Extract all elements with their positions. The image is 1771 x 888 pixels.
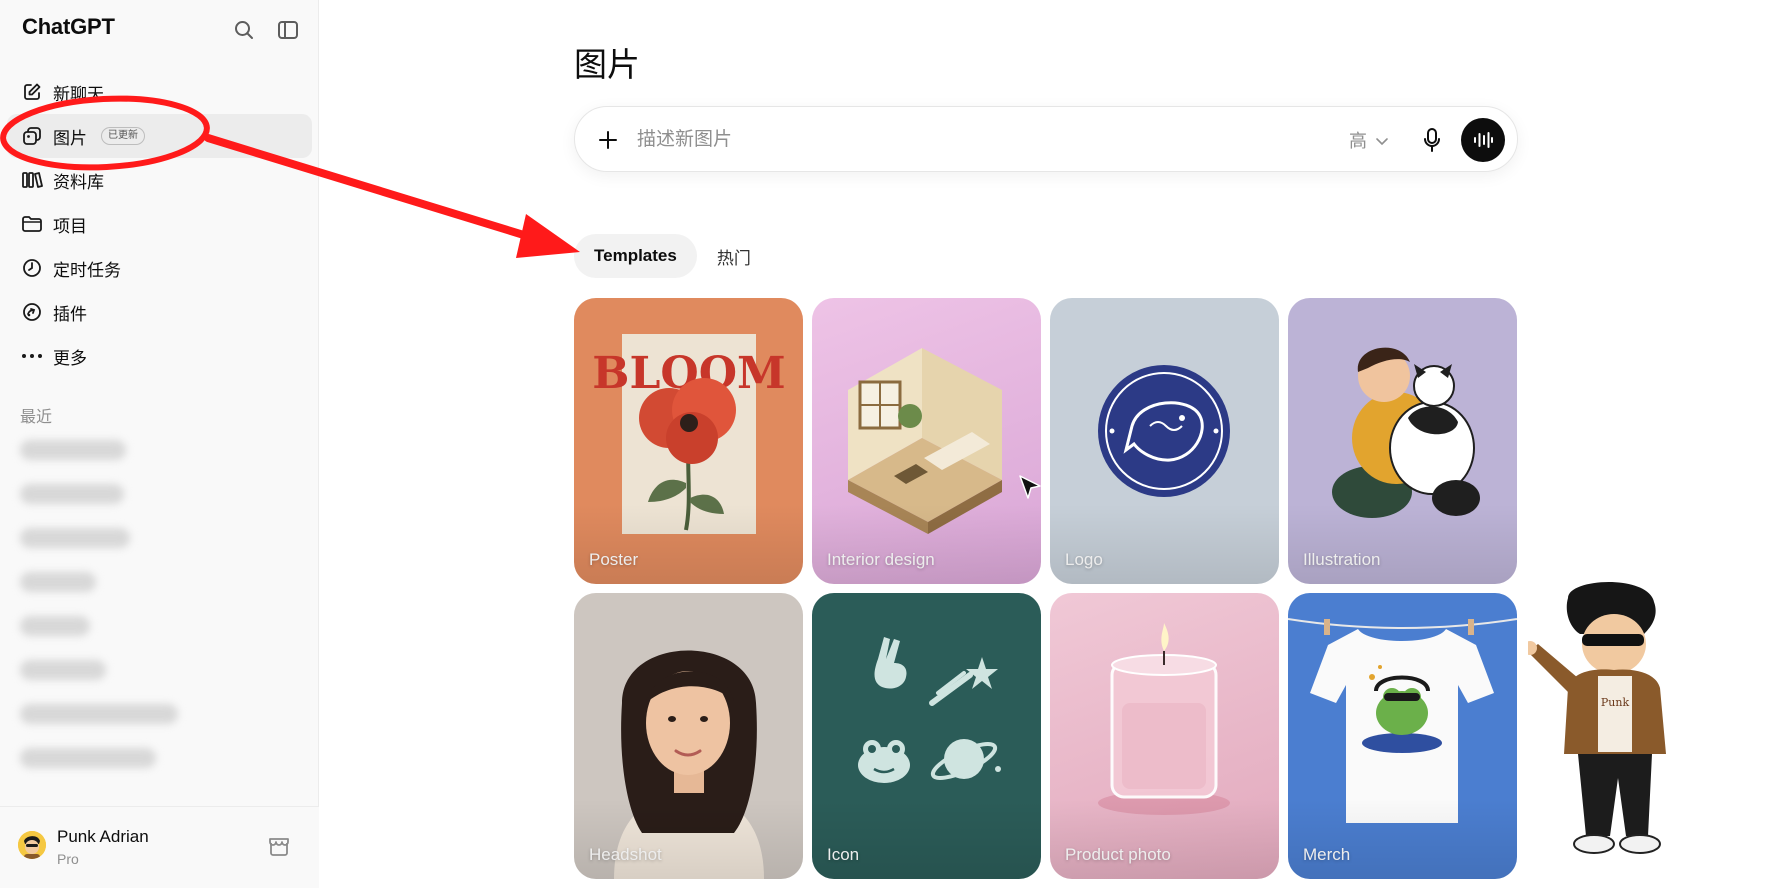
template-card-product-photo[interactable]: Product photo: [1050, 593, 1279, 879]
svg-text:Punk: Punk: [1601, 696, 1630, 709]
mouse-cursor-icon: [1019, 475, 1041, 499]
user-plan: Pro: [57, 851, 79, 867]
sidebar-item-more[interactable]: 更多: [0, 334, 319, 378]
more-icon: [21, 345, 43, 367]
template-card-headshot[interactable]: Headshot: [574, 593, 803, 879]
card-label: Merch: [1303, 845, 1351, 864]
template-tabs: Templates 热门: [574, 234, 763, 278]
sidebar-item-projects[interactable]: 项目: [0, 202, 319, 246]
template-card-logo[interactable]: Logo: [1050, 298, 1279, 584]
folder-icon: [21, 213, 43, 235]
card-label: Interior design: [827, 550, 935, 569]
sidebar: ChatGPT 新聊天 图片 已更新 资料库 项目 定时任务 插件 更多 最近 …: [0, 0, 319, 888]
recent-chat-item[interactable]: [20, 748, 156, 768]
sidebar-item-plugins[interactable]: 插件: [0, 290, 319, 334]
recent-chat-item[interactable]: [20, 528, 130, 548]
sidebar-item-label: 项目: [53, 216, 87, 236]
recent-section-label: 最近: [20, 409, 53, 426]
template-card-icon[interactable]: Icon: [812, 593, 1041, 879]
plus-icon[interactable]: [593, 125, 623, 155]
search-icon[interactable]: [230, 16, 258, 44]
poster-artwork: BLOOM: [592, 334, 786, 534]
sidebar-item-label: 定时任务: [53, 260, 121, 280]
sidebar-item-label: 资料库: [53, 172, 104, 192]
app-title: ChatGPT: [22, 14, 115, 39]
mascot-character: Punk: [1528, 582, 1666, 854]
template-card-merch[interactable]: Merch: [1288, 593, 1517, 879]
updated-badge: 已更新: [101, 127, 145, 145]
page-title: 图片: [574, 46, 640, 83]
recent-chat-list: [20, 440, 178, 792]
prompt-input[interactable]: [637, 125, 1287, 155]
merch-artwork: [1288, 618, 1517, 823]
template-card-poster[interactable]: BLOOM Poster: [574, 298, 803, 584]
images-icon: [21, 125, 43, 147]
tab-trending[interactable]: 热门: [705, 234, 763, 278]
new-chat-icon: [21, 81, 43, 103]
voice-mode-button[interactable]: [1461, 118, 1505, 162]
interior-artwork: [848, 348, 1002, 534]
card-label: Product photo: [1065, 845, 1171, 864]
headshot-artwork: [614, 650, 764, 879]
sidebar-item-label: 插件: [53, 304, 87, 324]
card-label: Icon: [827, 845, 860, 864]
template-card-interior-design[interactable]: Interior design: [812, 298, 1041, 584]
quality-value: 高: [1349, 131, 1367, 151]
quality-select[interactable]: 高: [1349, 127, 1389, 153]
avatar: [18, 831, 46, 859]
user-account[interactable]: Punk Adrian Pro: [0, 806, 319, 888]
recent-chat-item[interactable]: [20, 704, 178, 724]
sidebar-item-label: 图片: [53, 128, 87, 148]
chevron-down-icon: [1375, 130, 1389, 151]
tab-templates[interactable]: Templates: [574, 234, 697, 278]
recent-chat-item[interactable]: [20, 616, 90, 636]
sidebar-item-images[interactable]: 图片 已更新: [7, 114, 312, 158]
library-icon: [21, 169, 43, 191]
illustration-artwork: [1332, 347, 1480, 518]
sidebar-item-scheduled-tasks[interactable]: 定时任务: [0, 246, 319, 290]
plugin-icon: [21, 301, 43, 323]
sidebar-item-library[interactable]: 资料库: [0, 158, 319, 202]
annotation-arrowhead: [516, 214, 580, 258]
recent-chat-item[interactable]: [20, 660, 106, 680]
image-prompt-composer: 高: [574, 106, 1518, 172]
card-label: Illustration: [1303, 550, 1381, 569]
sidebar-item-label: 新聊天: [53, 84, 104, 104]
card-label: Logo: [1065, 550, 1103, 569]
recent-chat-item[interactable]: [20, 440, 126, 460]
waveform-icon: [1474, 132, 1493, 148]
sidebar-item-label: 更多: [53, 348, 87, 368]
template-grid: BLOOM Poster Interior design Logo Illust…: [574, 298, 1517, 879]
card-label: Poster: [589, 550, 639, 569]
logo-artwork: [1098, 365, 1230, 497]
template-card-illustration[interactable]: Illustration: [1288, 298, 1517, 584]
product-artwork: [1098, 623, 1230, 815]
sidebar-item-new-chat[interactable]: 新聊天: [0, 70, 319, 114]
recent-chat-item[interactable]: [20, 572, 96, 592]
recent-chat-item[interactable]: [20, 484, 124, 504]
microphone-icon[interactable]: [1417, 125, 1447, 155]
clock-icon: [21, 257, 43, 279]
store-icon[interactable]: [267, 834, 293, 860]
user-name: Punk Adrian: [57, 827, 149, 846]
sidebar-nav: 新聊天 图片 已更新 资料库 项目 定时任务 插件 更多: [0, 70, 319, 378]
card-label: Headshot: [589, 845, 662, 864]
sidebar-toggle-icon[interactable]: [274, 16, 302, 44]
icon-artwork: [858, 637, 1001, 783]
